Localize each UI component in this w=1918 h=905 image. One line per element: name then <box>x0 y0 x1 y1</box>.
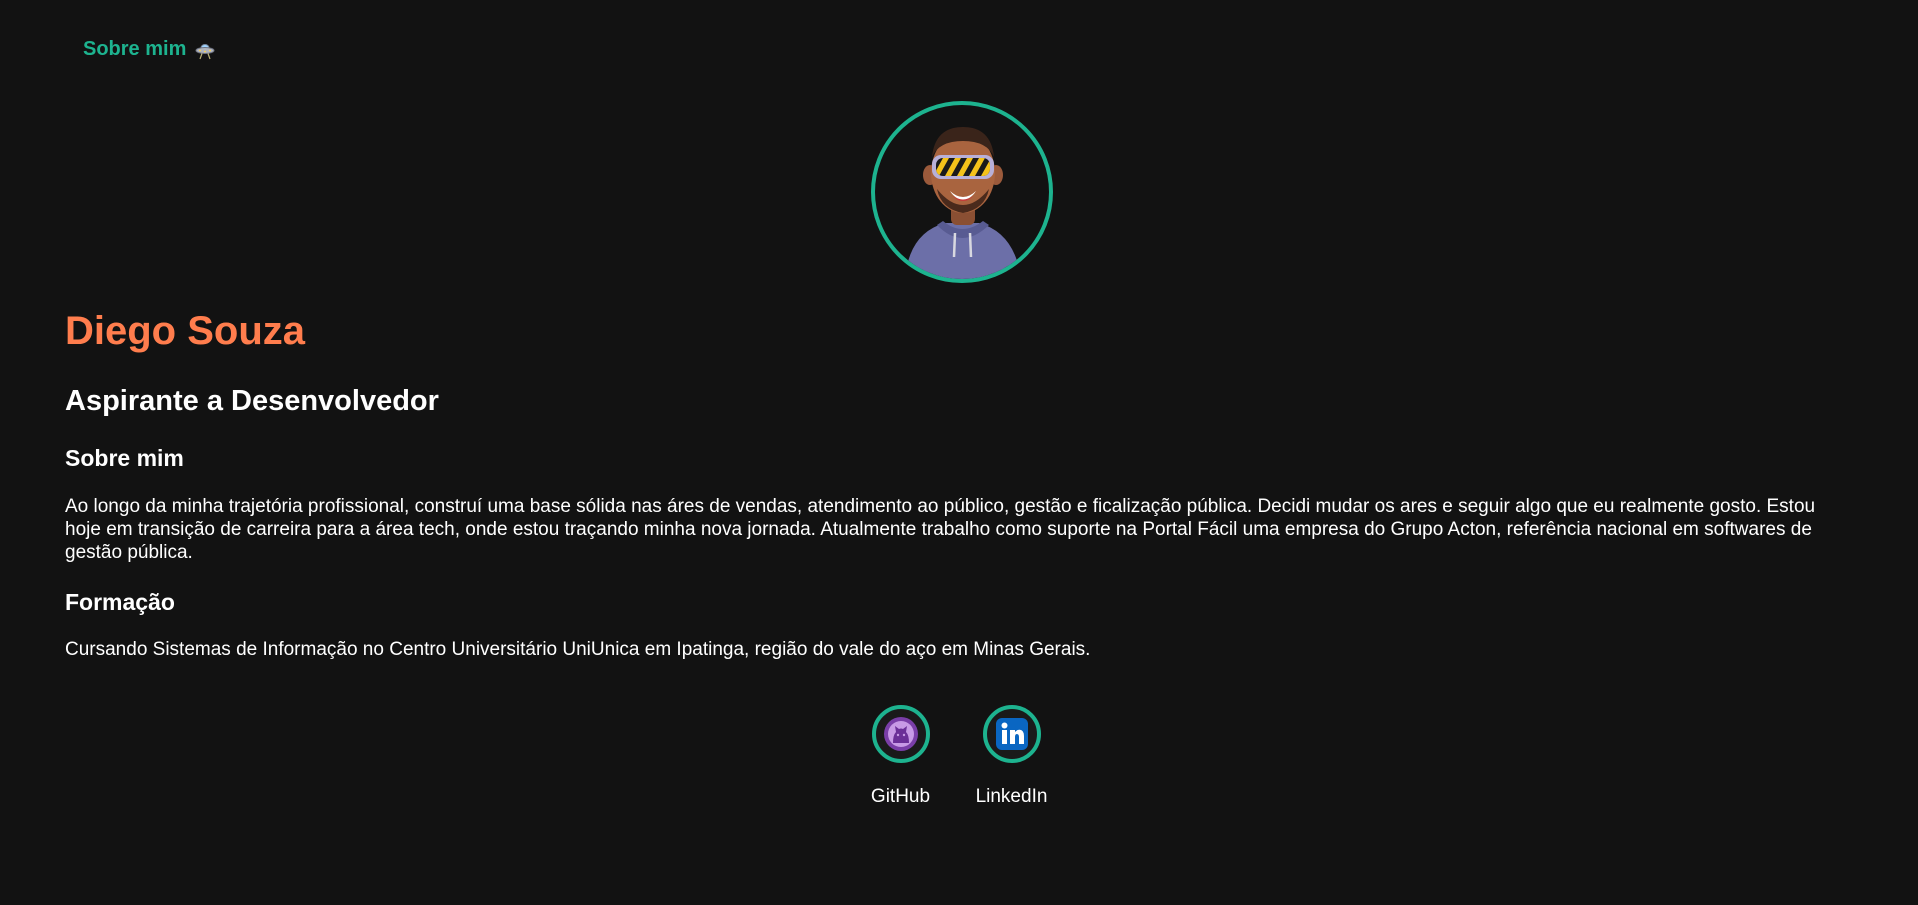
profile-role: Aspirante a Desenvolvedor <box>65 385 439 417</box>
social-links: GitHub LinkedIn <box>0 705 1918 808</box>
nav-link-sobre-mim[interactable]: Sobre mim <box>83 38 186 61</box>
github-link[interactable]: GitHub <box>863 705 938 808</box>
linkedin-label: LinkedIn <box>975 786 1048 807</box>
about-text: Ao longo da minha trajetória profissiona… <box>65 496 1816 563</box>
about-heading: Sobre mim <box>65 445 184 471</box>
profile-name: Diego Souza <box>65 309 306 353</box>
education-text: Cursando Sistemas de Informação no Centr… <box>65 639 1091 660</box>
education-heading: Formação <box>65 589 175 615</box>
avatar <box>871 101 1053 283</box>
ufo-icon <box>194 39 216 61</box>
github-icon[interactable] <box>871 705 930 763</box>
top-nav: Sobre mim <box>83 38 216 61</box>
github-label: GitHub <box>870 786 931 807</box>
memoji-avatar-image <box>905 127 1021 279</box>
linkedin-icon[interactable] <box>982 705 1041 763</box>
linkedin-link[interactable]: LinkedIn <box>974 705 1049 808</box>
